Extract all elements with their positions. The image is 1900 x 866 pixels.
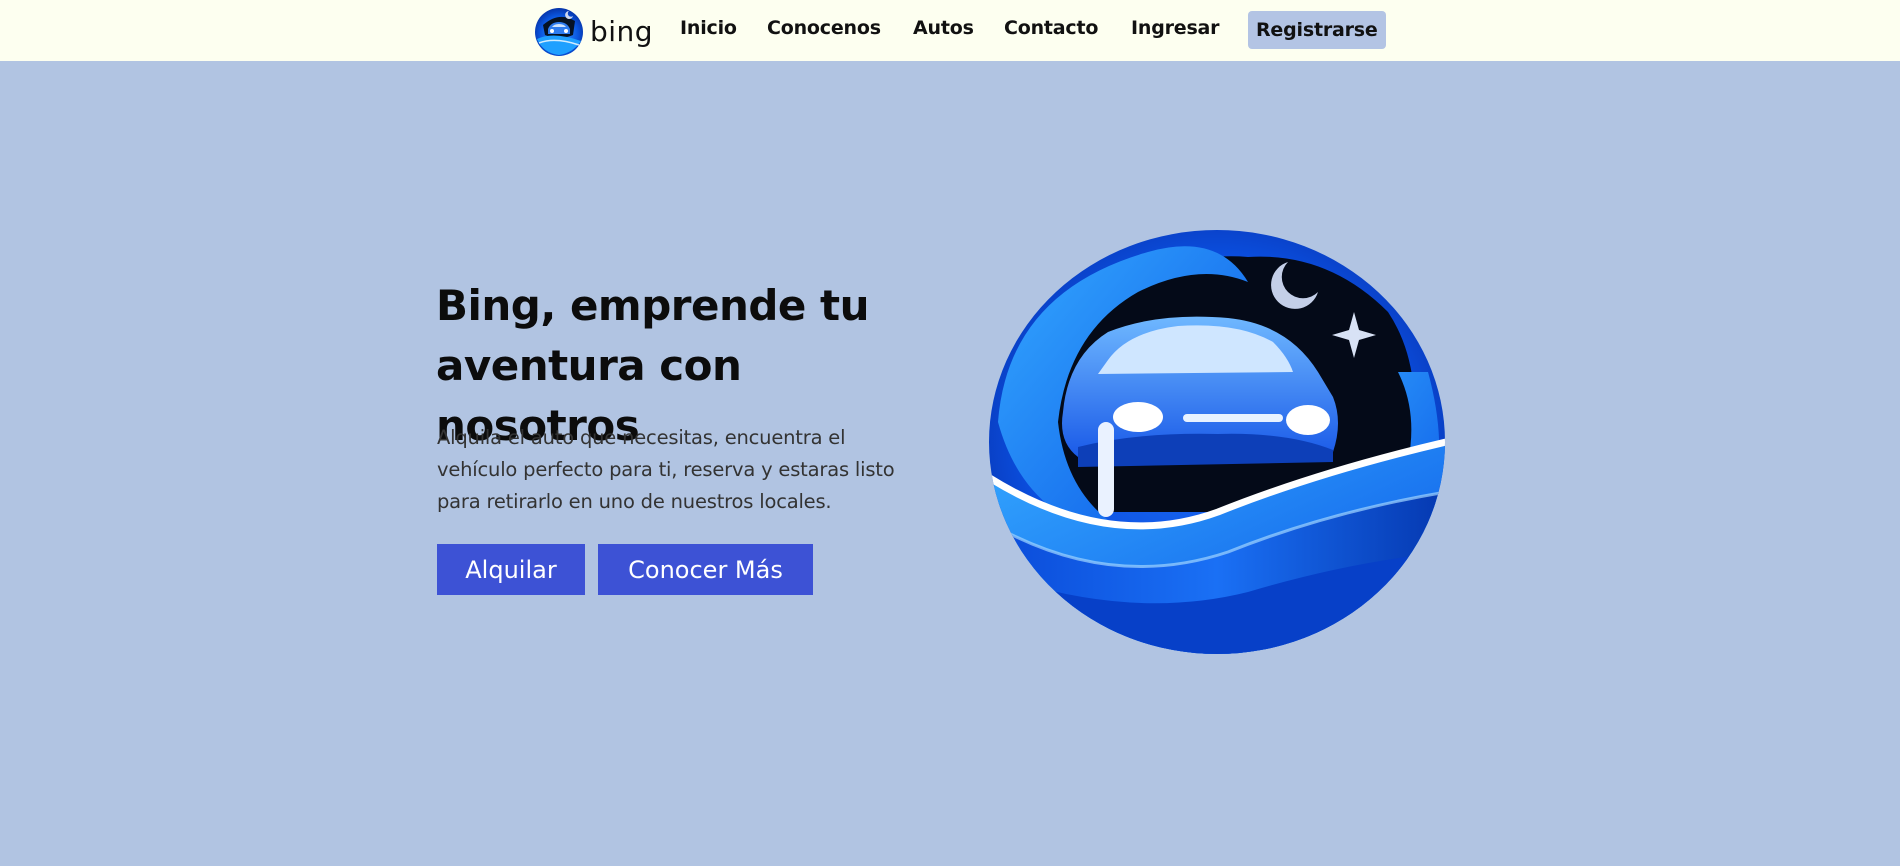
nav-link-registrarse[interactable]: Registrarse	[1248, 11, 1386, 49]
nav-link-autos[interactable]: Autos	[913, 17, 974, 39]
nav-link-ingresar[interactable]: Ingresar	[1131, 17, 1220, 39]
nav-link-inicio[interactable]: Inicio	[680, 17, 737, 39]
hero-description: Alquila el auto que necesitas, encuentra…	[437, 426, 895, 513]
learn-more-button[interactable]: Conocer Más	[598, 544, 813, 595]
navbar: bing Inicio Conocenos Autos Contacto Ing…	[0, 0, 1900, 61]
rent-button[interactable]: Alquilar	[437, 544, 585, 595]
nav-link-conocenos[interactable]: Conocenos	[767, 17, 881, 39]
nav-links: Inicio Conocenos Autos Contacto Ingresar…	[0, 0, 1900, 61]
nav-link-contacto[interactable]: Contacto	[1004, 17, 1098, 39]
car-wave-illustration-icon	[989, 230, 1445, 654]
